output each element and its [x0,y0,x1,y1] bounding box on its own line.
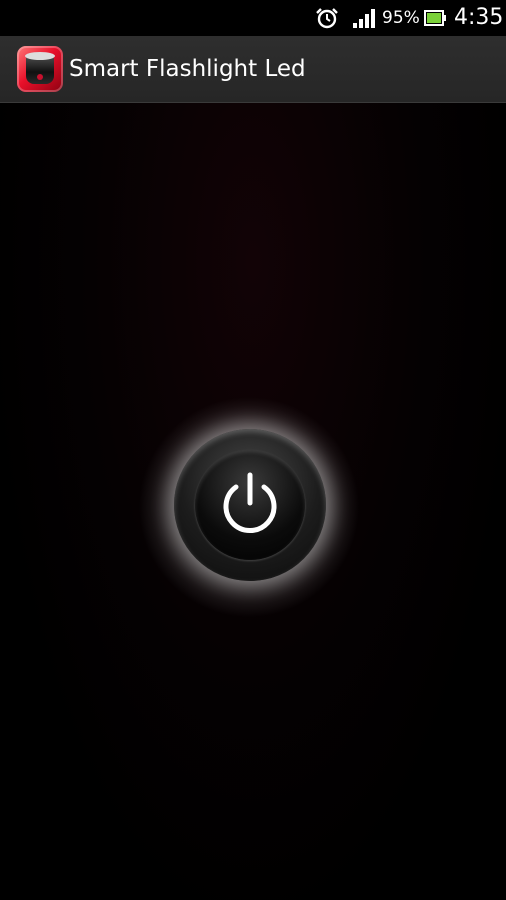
flashlight-lens [25,52,55,60]
power-icon [223,472,277,533]
signal-bars-icon [353,9,375,28]
clock: 4:35 [454,5,504,30]
power-button-inner [195,450,305,560]
main-content [0,103,506,900]
flashlight-led-dot [37,74,43,80]
screen: 95% 4:35 Smart Flashlight Led [0,0,506,900]
alarm-clock-icon [316,8,338,29]
app-title: Smart Flashlight Led [69,56,306,82]
battery-percent: 95% [382,8,420,28]
action-bar: Smart Flashlight Led [0,36,506,103]
flashlight-app-icon[interactable] [17,46,63,92]
battery-icon [424,10,446,26]
status-bar: 95% 4:35 [0,0,506,36]
power-toggle-button[interactable] [174,429,326,581]
